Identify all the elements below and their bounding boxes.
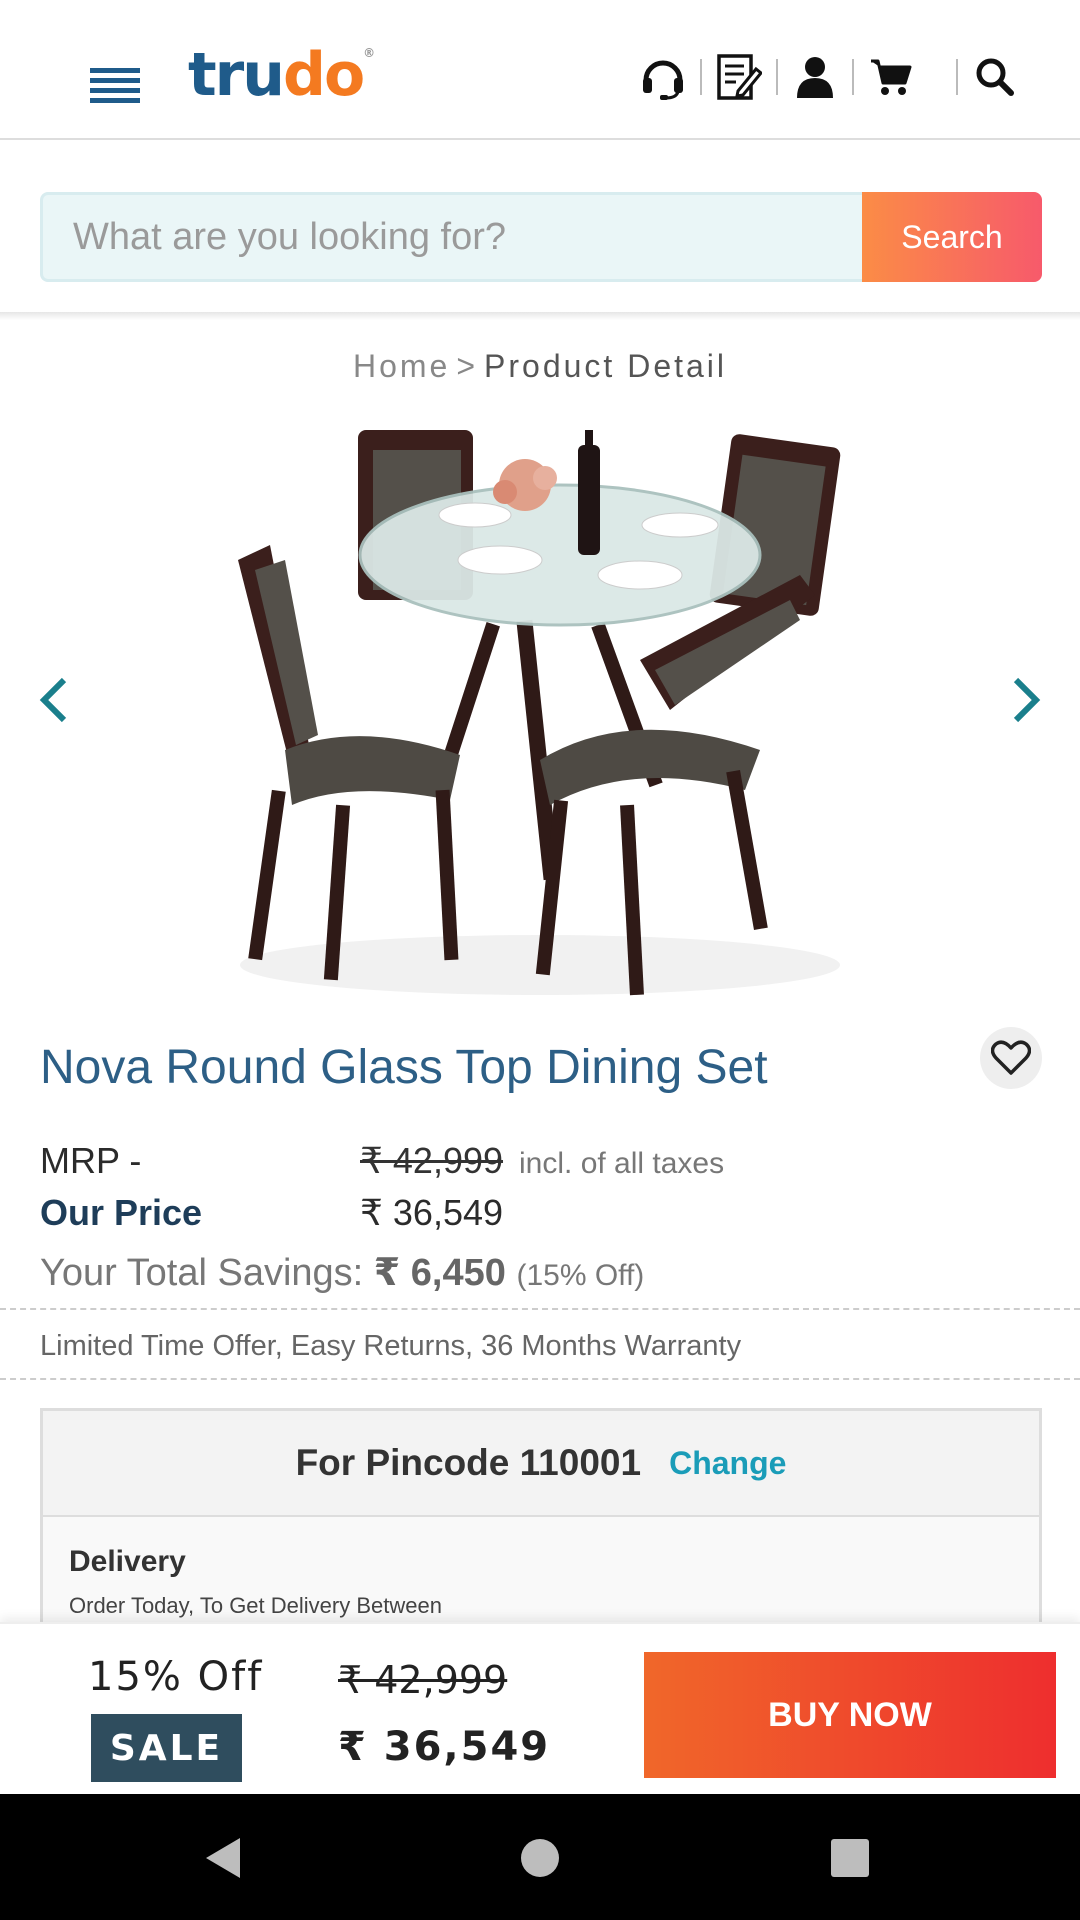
breadcrumb: Home > Product Detail [0, 348, 1080, 385]
pincode-box: For Pincode 110001 Change Delivery Order… [40, 1408, 1042, 1628]
buy-now-button[interactable]: BUY NOW [644, 1652, 1056, 1778]
bottom-mrp: ₹ 42,999 [338, 1658, 508, 1702]
savings-value: ₹ 6,450 [373, 1252, 506, 1294]
savings-label: Your Total Savings: [40, 1252, 364, 1294]
breadcrumb-home[interactable]: Home [353, 348, 450, 384]
bottom-purchase-bar: 15% Off SALE ₹ 42,999 ₹ 36,549 BUY NOW [0, 1622, 1080, 1794]
our-price-row: Our Price ₹ 36,549 [40, 1192, 503, 1234]
back-icon[interactable] [200, 1834, 248, 1882]
our-price-value: ₹ 36,549 [360, 1192, 504, 1233]
savings-row: Your Total Savings: ₹ 6,450 (15% Off) [40, 1250, 644, 1295]
cart-icon[interactable] [866, 52, 916, 102]
divider [0, 312, 1080, 320]
system-nav-bar [0, 1794, 1080, 1920]
taxes-note: incl. of all taxes [519, 1147, 725, 1180]
mrp-value: ₹ 42,999 [360, 1140, 504, 1181]
user-icon[interactable] [790, 52, 840, 102]
app-header: trudo® [0, 0, 1080, 140]
product-title: Nova Round Glass Top Dining Set [40, 1041, 768, 1094]
search-icon[interactable] [970, 52, 1020, 102]
product-image-carousel[interactable] [0, 420, 1080, 1000]
mrp-label: MRP - [40, 1140, 142, 1181]
brand-logo[interactable]: trudo® [188, 40, 375, 110]
delivery-text: Order Today, To Get Delivery Between [69, 1593, 442, 1618]
pincode-header: For Pincode 110001 Change [43, 1411, 1039, 1517]
recent-apps-icon[interactable] [826, 1834, 874, 1882]
divider [776, 59, 778, 95]
divider [0, 1378, 1080, 1380]
chevron-left-icon[interactable] [30, 670, 80, 730]
bottom-price: ₹ 36,549 [338, 1724, 551, 1770]
delivery-title: Delivery [69, 1545, 186, 1578]
divider [956, 59, 958, 95]
product-detail-page: trudo® What are you looking for? Search … [0, 0, 1080, 1920]
heart-icon [991, 1040, 1031, 1075]
mrp-row: MRP - ₹ 42,999 incl. of all taxes [40, 1140, 724, 1182]
breadcrumb-separator: > [456, 348, 479, 384]
wishlist-button[interactable] [980, 1027, 1042, 1089]
product-image [200, 420, 880, 1000]
divider [852, 59, 854, 95]
sale-badge: SALE [91, 1714, 242, 1782]
savings-percent: (15% Off) [516, 1259, 645, 1292]
pincode-label: For Pincode 110001 [295, 1442, 642, 1483]
breadcrumb-current: Product Detail [484, 348, 728, 384]
home-icon[interactable] [516, 1834, 564, 1882]
search-input[interactable] [40, 192, 862, 282]
chevron-right-icon[interactable] [1000, 670, 1050, 730]
search-bar: Search [40, 192, 1042, 282]
headset-icon[interactable] [638, 52, 688, 102]
change-pincode-link[interactable]: Change [669, 1445, 786, 1482]
header-actions [638, 52, 1020, 102]
our-price-label: Our Price [40, 1192, 203, 1233]
search-button[interactable]: Search [862, 192, 1042, 282]
notes-icon[interactable] [714, 52, 764, 102]
offer-text: Limited Time Offer, Easy Returns, 36 Mon… [40, 1330, 742, 1362]
menu-icon[interactable] [90, 68, 140, 106]
divider [0, 1308, 1080, 1310]
divider [700, 59, 702, 95]
delivery-info: Delivery Order Today, To Get Delivery Be… [43, 1517, 1039, 1625]
discount-text: 15% Off [88, 1654, 264, 1700]
